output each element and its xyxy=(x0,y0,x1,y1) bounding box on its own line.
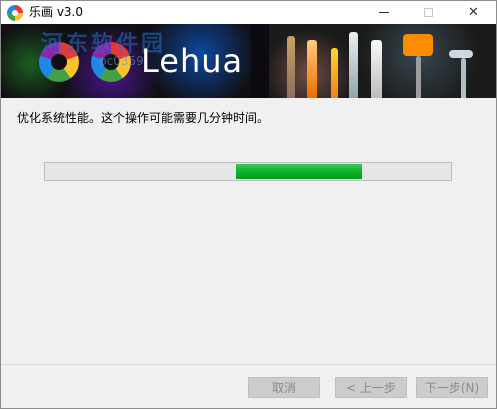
cancel-button[interactable]: 取消 xyxy=(248,377,320,398)
status-message: 优化系统性能。这个操作可能需要几分钟时间。 xyxy=(17,111,270,125)
footer-divider xyxy=(1,364,496,365)
maximize-icon xyxy=(424,8,433,17)
roller-handle-icon xyxy=(416,56,421,98)
art-tools-image xyxy=(269,24,496,98)
back-button[interactable]: < 上一步 xyxy=(335,377,407,398)
minimize-button[interactable] xyxy=(361,1,406,24)
progress-fill xyxy=(236,164,362,179)
airbrush-handle-icon xyxy=(461,58,466,98)
watermark-url: pc0359 xyxy=(99,54,144,68)
brand-name: Lehua xyxy=(141,42,244,80)
brush-icon xyxy=(287,36,295,98)
window-controls: ✕ xyxy=(361,1,496,24)
progress-bar xyxy=(44,162,452,181)
pencil-icon xyxy=(349,32,358,98)
window-title: 乐画 v3.0 xyxy=(29,5,84,19)
close-icon: ✕ xyxy=(468,5,479,20)
maximize-button xyxy=(406,1,451,24)
header-banner: 河东软件园 pc0359 Lehua xyxy=(1,24,496,98)
title-bar: 乐画 v3.0 ✕ xyxy=(1,1,496,24)
roller-icon xyxy=(403,34,433,56)
airbrush-icon xyxy=(449,50,473,58)
pencil-icon xyxy=(331,48,338,98)
app-icon xyxy=(7,4,23,21)
close-button[interactable]: ✕ xyxy=(451,1,496,24)
marker-icon xyxy=(371,40,382,98)
brush-icon xyxy=(307,40,317,98)
installer-window: 乐画 v3.0 ✕ 河东软件园 pc0359 Lehua 优化系统性能。这个操作… xyxy=(0,0,497,409)
minimize-icon xyxy=(378,12,389,13)
next-button[interactable]: 下一步(N) xyxy=(416,377,488,398)
